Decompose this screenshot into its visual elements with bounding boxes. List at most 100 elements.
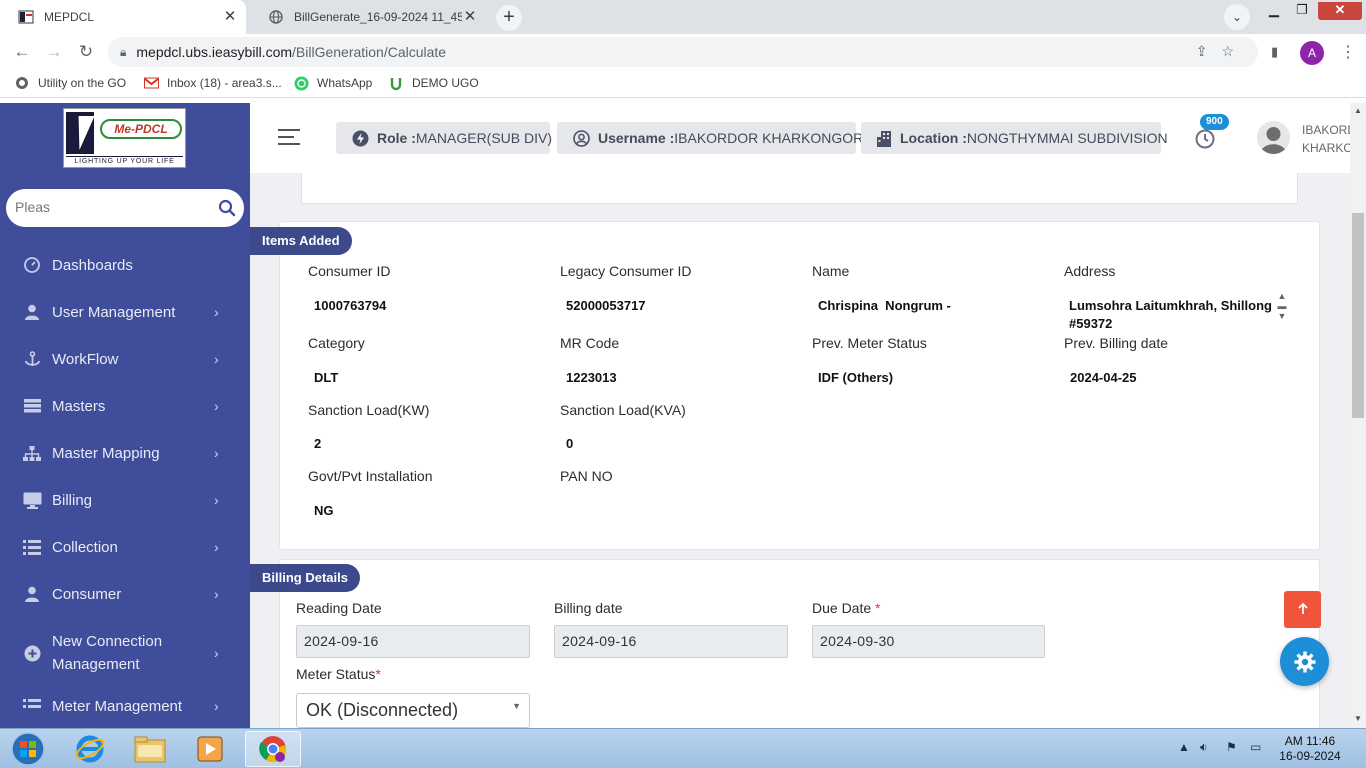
user-display-name[interactable]: IBAKORD KHARKO (1302, 121, 1350, 157)
chrome-taskbar-icon[interactable] (245, 731, 301, 767)
prev-meter-status-value: IDF (Others) (818, 370, 894, 385)
search-icon[interactable] (218, 199, 236, 217)
bookmark-utility-on-the-go[interactable]: Utility on the GO (14, 75, 126, 91)
user-name-line2: KHARKO (1302, 141, 1350, 155)
maximize-window-icon[interactable]: ❐ (1290, 2, 1314, 20)
sidebar-item-consumer[interactable]: Consumer › (0, 574, 250, 614)
media-player-icon[interactable] (182, 731, 238, 767)
sanction-load-kva-value: 0 (566, 436, 574, 451)
prev-billing-date-value: 2024-04-25 (1070, 370, 1137, 385)
prev-meter-status-label: Prev. Meter Status (812, 335, 927, 351)
sidebar-item-dashboards[interactable]: Dashboards (0, 245, 250, 285)
sidebar-item-meter-management[interactable]: Meter Management › (0, 686, 250, 726)
sidebar-item-collection[interactable]: Collection › (0, 527, 250, 567)
scroll-to-top-button[interactable] (1284, 591, 1321, 628)
sidebar-item-workflow[interactable]: WorkFlow › (0, 339, 250, 379)
reading-date-input[interactable]: 2024-09-16 (296, 625, 530, 658)
show-hidden-icons[interactable]: ▲ (1178, 740, 1190, 754)
logo-brand-text: Me-PDCL (100, 119, 182, 139)
scrollbar-thumb[interactable] (1352, 213, 1364, 418)
sidebar-item-billing[interactable]: Billing › (0, 480, 250, 520)
bookmark-label: Utility on the GO (38, 76, 127, 90)
gear-icon (1294, 651, 1315, 672)
browser-tab-strip: MEPDCL ✕ BillGenerate_16-09-2024 11_45_2… (0, 0, 1366, 34)
tab-billgenerate[interactable]: BillGenerate_16-09-2024 11_45_2 ✕ (250, 0, 486, 34)
sidebar-search (6, 189, 244, 227)
sidebar: Me-PDCL LIGHTING UP YOUR LIFE Dashboards… (0, 103, 250, 728)
sidebar-item-master-mapping[interactable]: Master Mapping › (0, 433, 250, 473)
side-panel-icon[interactable]: ▮ (1271, 44, 1287, 60)
forward-arrow-icon[interactable]: → (42, 40, 66, 64)
hamburger-menu-icon[interactable] (278, 129, 300, 145)
chevron-right-icon: › (214, 351, 219, 367)
sanction-load-kva-label: Sanction Load(KVA) (560, 402, 686, 418)
minimize-window-icon[interactable]: ▁ (1262, 2, 1286, 20)
name-label: Name (812, 263, 850, 279)
chevron-right-icon: › (214, 304, 219, 320)
sidebar-item-user-management[interactable]: User Management › (0, 292, 250, 332)
address-bar[interactable]: 🔒︎ mepdcl.ubs.ieasybill.com/BillGenerati… (108, 37, 1258, 67)
windows-taskbar: ▲ 🔉︎ ⚑ ▭ AM 11:46 16-09-2024 (0, 728, 1366, 768)
billing-date-label: Billing date (554, 600, 623, 616)
menu-kebab-icon[interactable]: ⋮ (1340, 42, 1356, 62)
required-asterisk: * (875, 600, 881, 616)
share-star-icons[interactable]: ⇪☆ (1196, 43, 1248, 60)
reading-date-label: Reading Date (296, 600, 382, 616)
address-scroll-arrows-icon[interactable]: ▲ ▬ ▼ (1275, 291, 1289, 323)
sidebar-item-label: WorkFlow (52, 350, 119, 368)
meter-status-label: Meter Status* (296, 666, 381, 682)
sidebar-item-label: Collection (52, 538, 118, 556)
dropdown-caret-icon: ▼ (512, 701, 521, 711)
meter-status-selected: OK (Disconnected) (306, 700, 459, 720)
internet-explorer-icon[interactable] (62, 731, 118, 767)
consumer-id-label: Consumer ID (308, 263, 391, 279)
chevron-right-icon: › (214, 539, 219, 555)
tab-search-chevron-icon[interactable]: ⌄ (1224, 4, 1250, 30)
chevron-right-icon: › (214, 398, 219, 414)
govt-pvt-installation-label: Govt/Pvt Installation (308, 468, 433, 484)
sidebar-item-new-connection-management[interactable]: New Connection Management › (0, 628, 250, 678)
bookmark-whatsapp[interactable]: WhatsApp (293, 75, 372, 91)
scroll-up-arrow-icon[interactable]: ▲ (1350, 106, 1366, 115)
bookmark-gmail-inbox[interactable]: Inbox (18) - area3.s... (143, 75, 282, 91)
browser-toolbar: ← → ↻ 🔒︎ mepdcl.ubs.ieasybill.com/BillGe… (0, 34, 1366, 70)
close-window-icon[interactable]: ✕ (1318, 2, 1362, 20)
user-avatar[interactable] (1257, 121, 1290, 154)
url-path: /BillGeneration/Calculate (292, 44, 447, 60)
sidebar-item-masters[interactable]: Masters › (0, 386, 250, 426)
user-icon (22, 584, 42, 604)
govt-pvt-installation-value: NG (314, 503, 334, 518)
address-scroll-box[interactable]: Lumsohra Laitumkhrah, Shillong #59372 (1069, 297, 1289, 333)
plus-circle-icon (22, 643, 42, 663)
file-explorer-icon[interactable] (122, 731, 178, 767)
bookmark-demo-ugo[interactable]: DEMO UGO (388, 75, 479, 91)
mepdcl-logo[interactable]: Me-PDCL LIGHTING UP YOUR LIFE (63, 108, 186, 168)
gmail-icon (143, 75, 159, 91)
sidebar-item-label: Dashboards (52, 256, 133, 274)
monitor-icon (22, 490, 42, 510)
page-scrollbar[interactable]: ▲ ▼ (1350, 103, 1366, 728)
action-center-flag-icon[interactable]: ⚑ (1226, 740, 1237, 754)
network-icon[interactable]: ▭ (1250, 740, 1261, 754)
due-date-input[interactable]: 2024-09-30 (812, 625, 1045, 658)
billing-date-input[interactable]: 2024-09-16 (554, 625, 788, 658)
legacy-consumer-id-value: 52000053717 (566, 298, 646, 313)
profile-avatar[interactable]: A (1300, 41, 1324, 65)
windows-start-button[interactable] (0, 731, 56, 767)
settings-gear-button[interactable] (1280, 637, 1329, 686)
previous-section-box (301, 173, 1298, 204)
system-clock[interactable]: AM 11:46 16-09-2024 (1272, 734, 1348, 764)
close-tab-icon[interactable]: ✕ (222, 9, 238, 25)
new-tab-button[interactable]: + (496, 5, 522, 31)
user-icon (22, 302, 42, 322)
reload-icon[interactable]: ↻ (74, 40, 98, 64)
volume-icon[interactable]: 🔉︎ (1200, 740, 1208, 755)
tab-mepdcl[interactable]: MEPDCL ✕ (0, 0, 246, 34)
sidebar-item-label: New Connection Management (52, 633, 163, 673)
prev-billing-date-label: Prev. Billing date (1064, 335, 1169, 351)
close-tab-icon[interactable]: ✕ (462, 9, 478, 25)
scroll-down-arrow-icon[interactable]: ▼ (1350, 714, 1366, 723)
meter-status-select[interactable]: OK (Disconnected) ▼ (296, 693, 530, 728)
back-arrow-icon[interactable]: ← (10, 40, 34, 64)
sidebar-search-input[interactable] (15, 199, 195, 215)
